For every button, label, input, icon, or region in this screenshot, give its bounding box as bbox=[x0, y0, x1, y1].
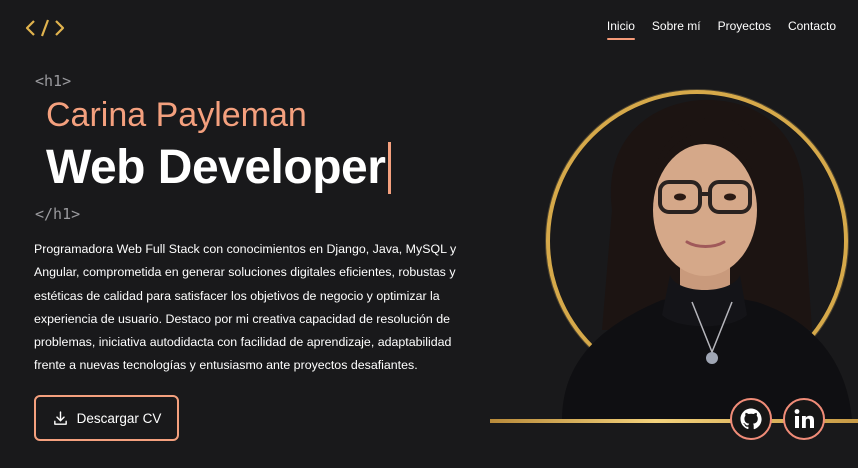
hero-role-line: Web Developer bbox=[46, 140, 392, 195]
nav-inicio[interactable]: Inicio bbox=[606, 19, 635, 40]
hero-description: Programadora Web Full Stack con conocimi… bbox=[34, 242, 457, 373]
hero-role: Web Developer bbox=[46, 141, 386, 194]
github-icon bbox=[740, 408, 762, 430]
nav-contacto[interactable]: Contacto bbox=[788, 19, 836, 39]
profile-photo bbox=[562, 99, 852, 420]
code-logo-icon[interactable] bbox=[25, 18, 65, 38]
h1-close-tag: </h1> bbox=[35, 205, 81, 223]
nav-proyectos[interactable]: Proyectos bbox=[718, 19, 771, 39]
h1-open-tag: <h1> bbox=[35, 72, 72, 90]
hero-name: Carina Payleman bbox=[46, 96, 307, 134]
github-button[interactable] bbox=[730, 398, 772, 440]
linkedin-button[interactable] bbox=[783, 398, 825, 440]
main-nav: Inicio Sobre mí Proyectos Contacto bbox=[606, 19, 836, 40]
linkedin-icon bbox=[794, 409, 814, 428]
download-cv-button[interactable]: Descargar CV bbox=[34, 395, 179, 441]
nav-sobre-mi[interactable]: Sobre mí bbox=[652, 19, 701, 39]
download-cv-label: Descargar CV bbox=[76, 410, 162, 426]
typing-caret bbox=[388, 141, 392, 194]
download-icon bbox=[53, 410, 67, 425]
